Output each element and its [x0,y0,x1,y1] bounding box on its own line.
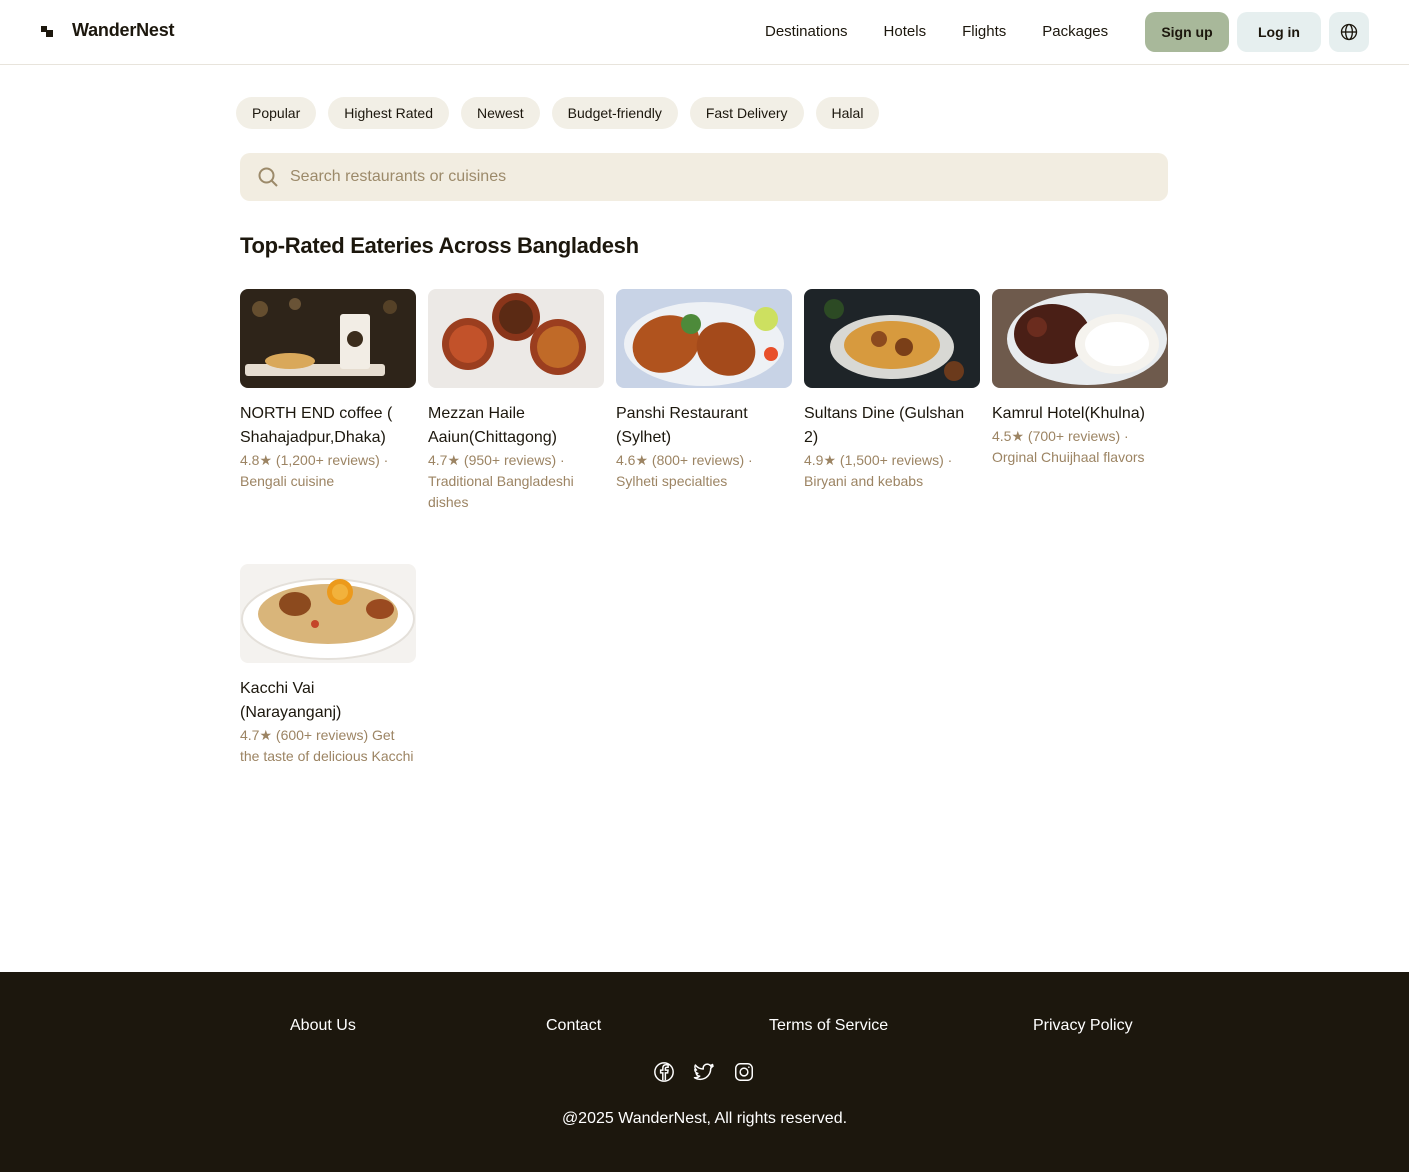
eatery-card[interactable]: Sultans Dine (Gulshan 2) 4.9★ (1,500+ re… [804,289,980,492]
eatery-image [992,289,1168,388]
nav-hotels[interactable]: Hotels [884,22,927,42]
brand-name: WanderNest [72,20,175,40]
eatery-name: NORTH END coffee ( Shahajadpur,Dhaka) [240,405,393,446]
eatery-card[interactable]: NORTH END coffee ( Shahajadpur,Dhaka) 4.… [240,289,416,492]
eatery-name: Kamrul Hotel(Khulna) [992,405,1145,422]
eatery-image [428,289,604,388]
eatery-image [616,289,792,388]
eatery-name: Sultans Dine (Gulshan 2) [804,405,965,446]
chip-popular[interactable]: Popular [236,97,317,129]
footer-contact-link[interactable]: Contact [546,1016,601,1036]
footer: About Us Contact Terms of Service Privac… [0,972,1409,1172]
globe-icon [1340,23,1358,41]
eatery-meta: 4.5★ (700+ reviews) · Orginal Chuijhaal … [992,428,1145,465]
section-title: Top-Rated Eateries Across Bangladesh [240,233,639,258]
nav-flights[interactable]: Flights [962,22,1006,42]
eatery-name: Mezzan Haile Aaiun(Chittagong) [428,405,557,446]
eatery-meta: 4.9★ (1,500+ reviews) · Biryani and keba… [804,452,953,489]
language-button[interactable] [1329,12,1369,52]
footer-about-link[interactable]: About Us [290,1016,356,1036]
filter-chips: Popular Highest Rated Newest Budget-frie… [236,97,891,129]
eatery-name: Kacchi Vai (Narayanganj) [240,680,342,721]
social-links [653,1061,773,1083]
main-nav: Destinations Hotels Flights Packages [765,22,1144,42]
chip-highest-rated[interactable]: Highest Rated [328,97,449,129]
eatery-meta: 4.7★ (950+ reviews) · Traditional Bangla… [428,452,574,510]
top-header: WanderNest Destinations Hotels Flights P… [0,0,1409,65]
nav-packages[interactable]: Packages [1042,22,1108,42]
search-input[interactable] [290,168,1130,186]
twitter-icon[interactable] [693,1061,715,1083]
login-button[interactable]: Log in [1237,12,1321,52]
chip-budget-friendly[interactable]: Budget-friendly [551,97,678,129]
eatery-meta: 4.6★ (800+ reviews) · Sylheti specialtie… [616,452,753,489]
brand-logo-icon [41,23,55,39]
signup-button[interactable]: Sign up [1145,12,1229,52]
eatery-image [240,289,416,388]
copyright-text: @2025 WanderNest, All rights reserved. [561,1110,848,1127]
eatery-card[interactable]: Panshi Restaurant (Sylhet) 4.6★ (800+ re… [616,289,792,492]
nav-destinations[interactable]: Destinations [765,22,848,42]
eatery-meta: 4.8★ (1,200+ reviews) · Bengali cuisine [240,452,389,489]
facebook-icon[interactable] [653,1061,675,1083]
eatery-card[interactable]: Kamrul Hotel(Khulna) 4.5★ (700+ reviews)… [992,289,1168,468]
chip-halal[interactable]: Halal [815,97,880,129]
eatery-name: Panshi Restaurant (Sylhet) [616,405,748,446]
brand[interactable]: WanderNest [41,20,175,41]
footer-terms-link[interactable]: Terms of Service [769,1016,888,1036]
footer-privacy-link[interactable]: Privacy Policy [1033,1016,1133,1036]
eatery-card[interactable]: Mezzan Haile Aaiun(Chittagong) 4.7★ (950… [428,289,604,513]
search-icon [256,165,280,189]
search-bar [240,153,1168,201]
eatery-image [804,289,980,388]
eatery-meta: 4.7★ (600+ reviews) Get the taste of del… [240,727,414,764]
eatery-image [240,564,416,663]
eatery-card[interactable]: Kacchi Vai (Narayanganj) 4.7★ (600+ revi… [240,564,416,767]
chip-fast-delivery[interactable]: Fast Delivery [689,97,804,129]
chip-newest[interactable]: Newest [460,97,540,129]
instagram-icon[interactable] [733,1061,755,1083]
